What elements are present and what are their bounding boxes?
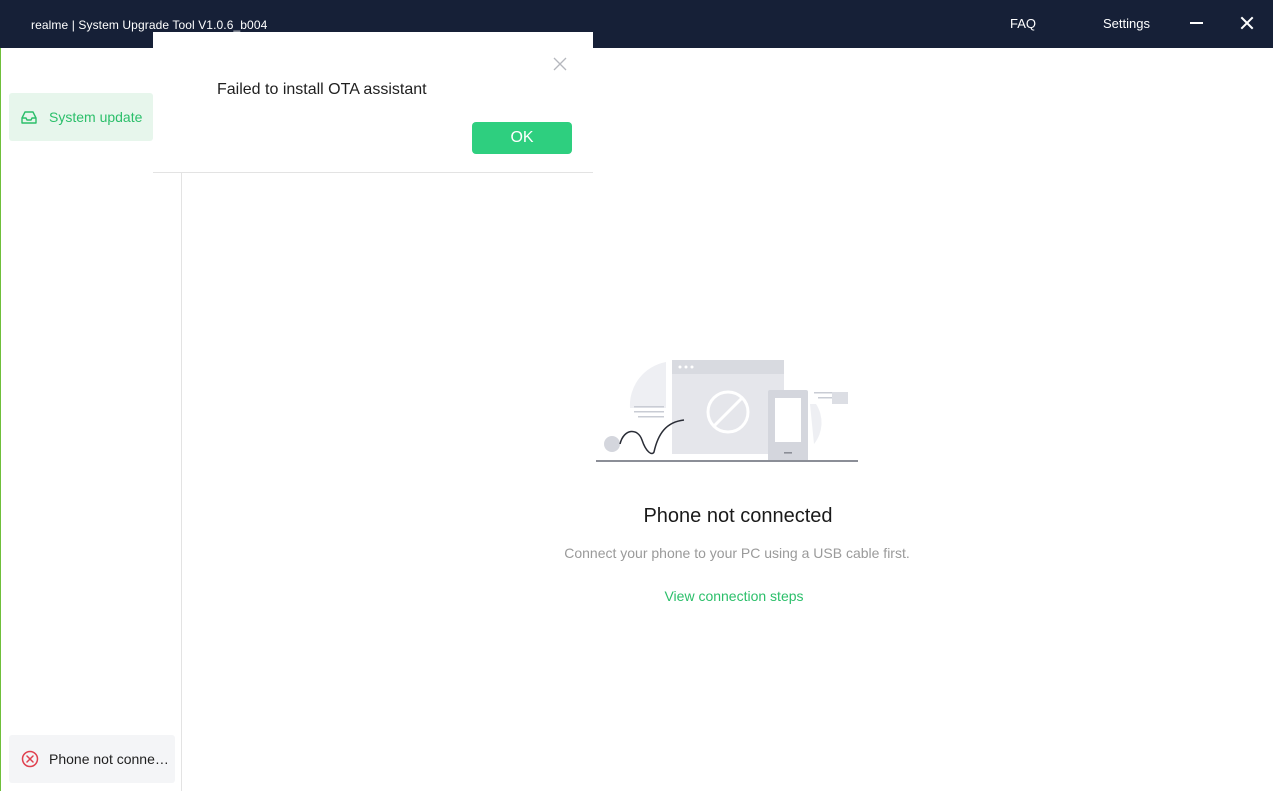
error-circle-icon	[21, 750, 39, 768]
settings-link[interactable]: Settings	[1103, 16, 1150, 31]
empty-state-subtitle: Connect your phone to your PC using a US…	[564, 545, 910, 561]
dialog-message: Failed to install OTA assistant	[217, 81, 427, 98]
close-window-glyph	[1240, 16, 1254, 30]
app-title: realme | System Upgrade Tool V1.0.6_b004	[31, 18, 268, 32]
sidebar-item-label: System update	[49, 109, 143, 125]
empty-state-title: Phone not connected	[643, 505, 833, 527]
close-window-icon[interactable]	[1238, 14, 1256, 32]
view-connection-steps-link[interactable]: View connection steps	[584, 588, 884, 604]
phone-not-connected-illustration	[596, 356, 860, 466]
error-dialog: Failed to install OTA assistant OK	[153, 32, 593, 173]
faq-link[interactable]: FAQ	[1010, 16, 1036, 31]
connection-status-text: Phone not connected	[49, 751, 175, 767]
dialog-close-icon[interactable]	[553, 57, 567, 71]
sidebar-item-system-update[interactable]: System update	[9, 93, 153, 141]
minimize-icon[interactable]	[1190, 22, 1203, 24]
inbox-icon	[21, 110, 37, 125]
ok-button[interactable]: OK	[472, 122, 572, 154]
connection-status-chip[interactable]: Phone not connected	[9, 735, 175, 783]
